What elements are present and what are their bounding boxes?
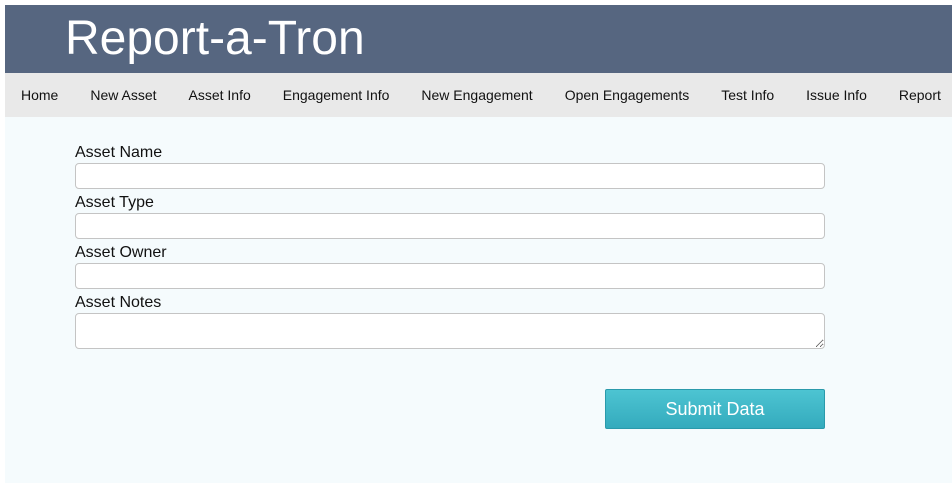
nav-bar: Home New Asset Asset Info Engagement Inf… (5, 73, 952, 117)
submit-data-button[interactable]: Submit Data (605, 389, 825, 429)
asset-name-field: Asset Name (75, 143, 825, 189)
asset-notes-field: Asset Notes (75, 293, 825, 349)
asset-notes-textarea[interactable] (75, 313, 825, 349)
asset-type-input[interactable] (75, 213, 825, 239)
app-header: Report-a-Tron (5, 5, 952, 73)
nav-item-home[interactable]: Home (5, 73, 74, 117)
nav-item-open-engagements[interactable]: Open Engagements (549, 73, 706, 117)
nav-list: Home New Asset Asset Info Engagement Inf… (5, 73, 952, 117)
asset-type-label: Asset Type (75, 194, 154, 211)
page-frame: Report-a-Tron Home New Asset Asset Info … (5, 5, 952, 483)
nav-item-asset-info[interactable]: Asset Info (173, 73, 267, 117)
nav-item-new-engagement[interactable]: New Engagement (405, 73, 548, 117)
nav-item-report[interactable]: Report (883, 73, 952, 117)
asset-notes-label: Asset Notes (75, 294, 162, 311)
app-title: Report-a-Tron (65, 12, 365, 65)
asset-owner-label: Asset Owner (75, 244, 167, 261)
asset-type-field: Asset Type (75, 193, 825, 239)
asset-name-label: Asset Name (75, 144, 163, 161)
nav-item-test-info[interactable]: Test Info (705, 73, 790, 117)
nav-item-issue-info[interactable]: Issue Info (790, 73, 883, 117)
asset-owner-input[interactable] (75, 263, 825, 289)
nav-item-new-asset[interactable]: New Asset (74, 73, 172, 117)
asset-owner-field: Asset Owner (75, 243, 825, 289)
nav-item-engagement-info[interactable]: Engagement Info (267, 73, 406, 117)
new-asset-form: Asset Name Asset Type Asset Owner Asset … (75, 143, 825, 353)
asset-name-input[interactable] (75, 163, 825, 189)
